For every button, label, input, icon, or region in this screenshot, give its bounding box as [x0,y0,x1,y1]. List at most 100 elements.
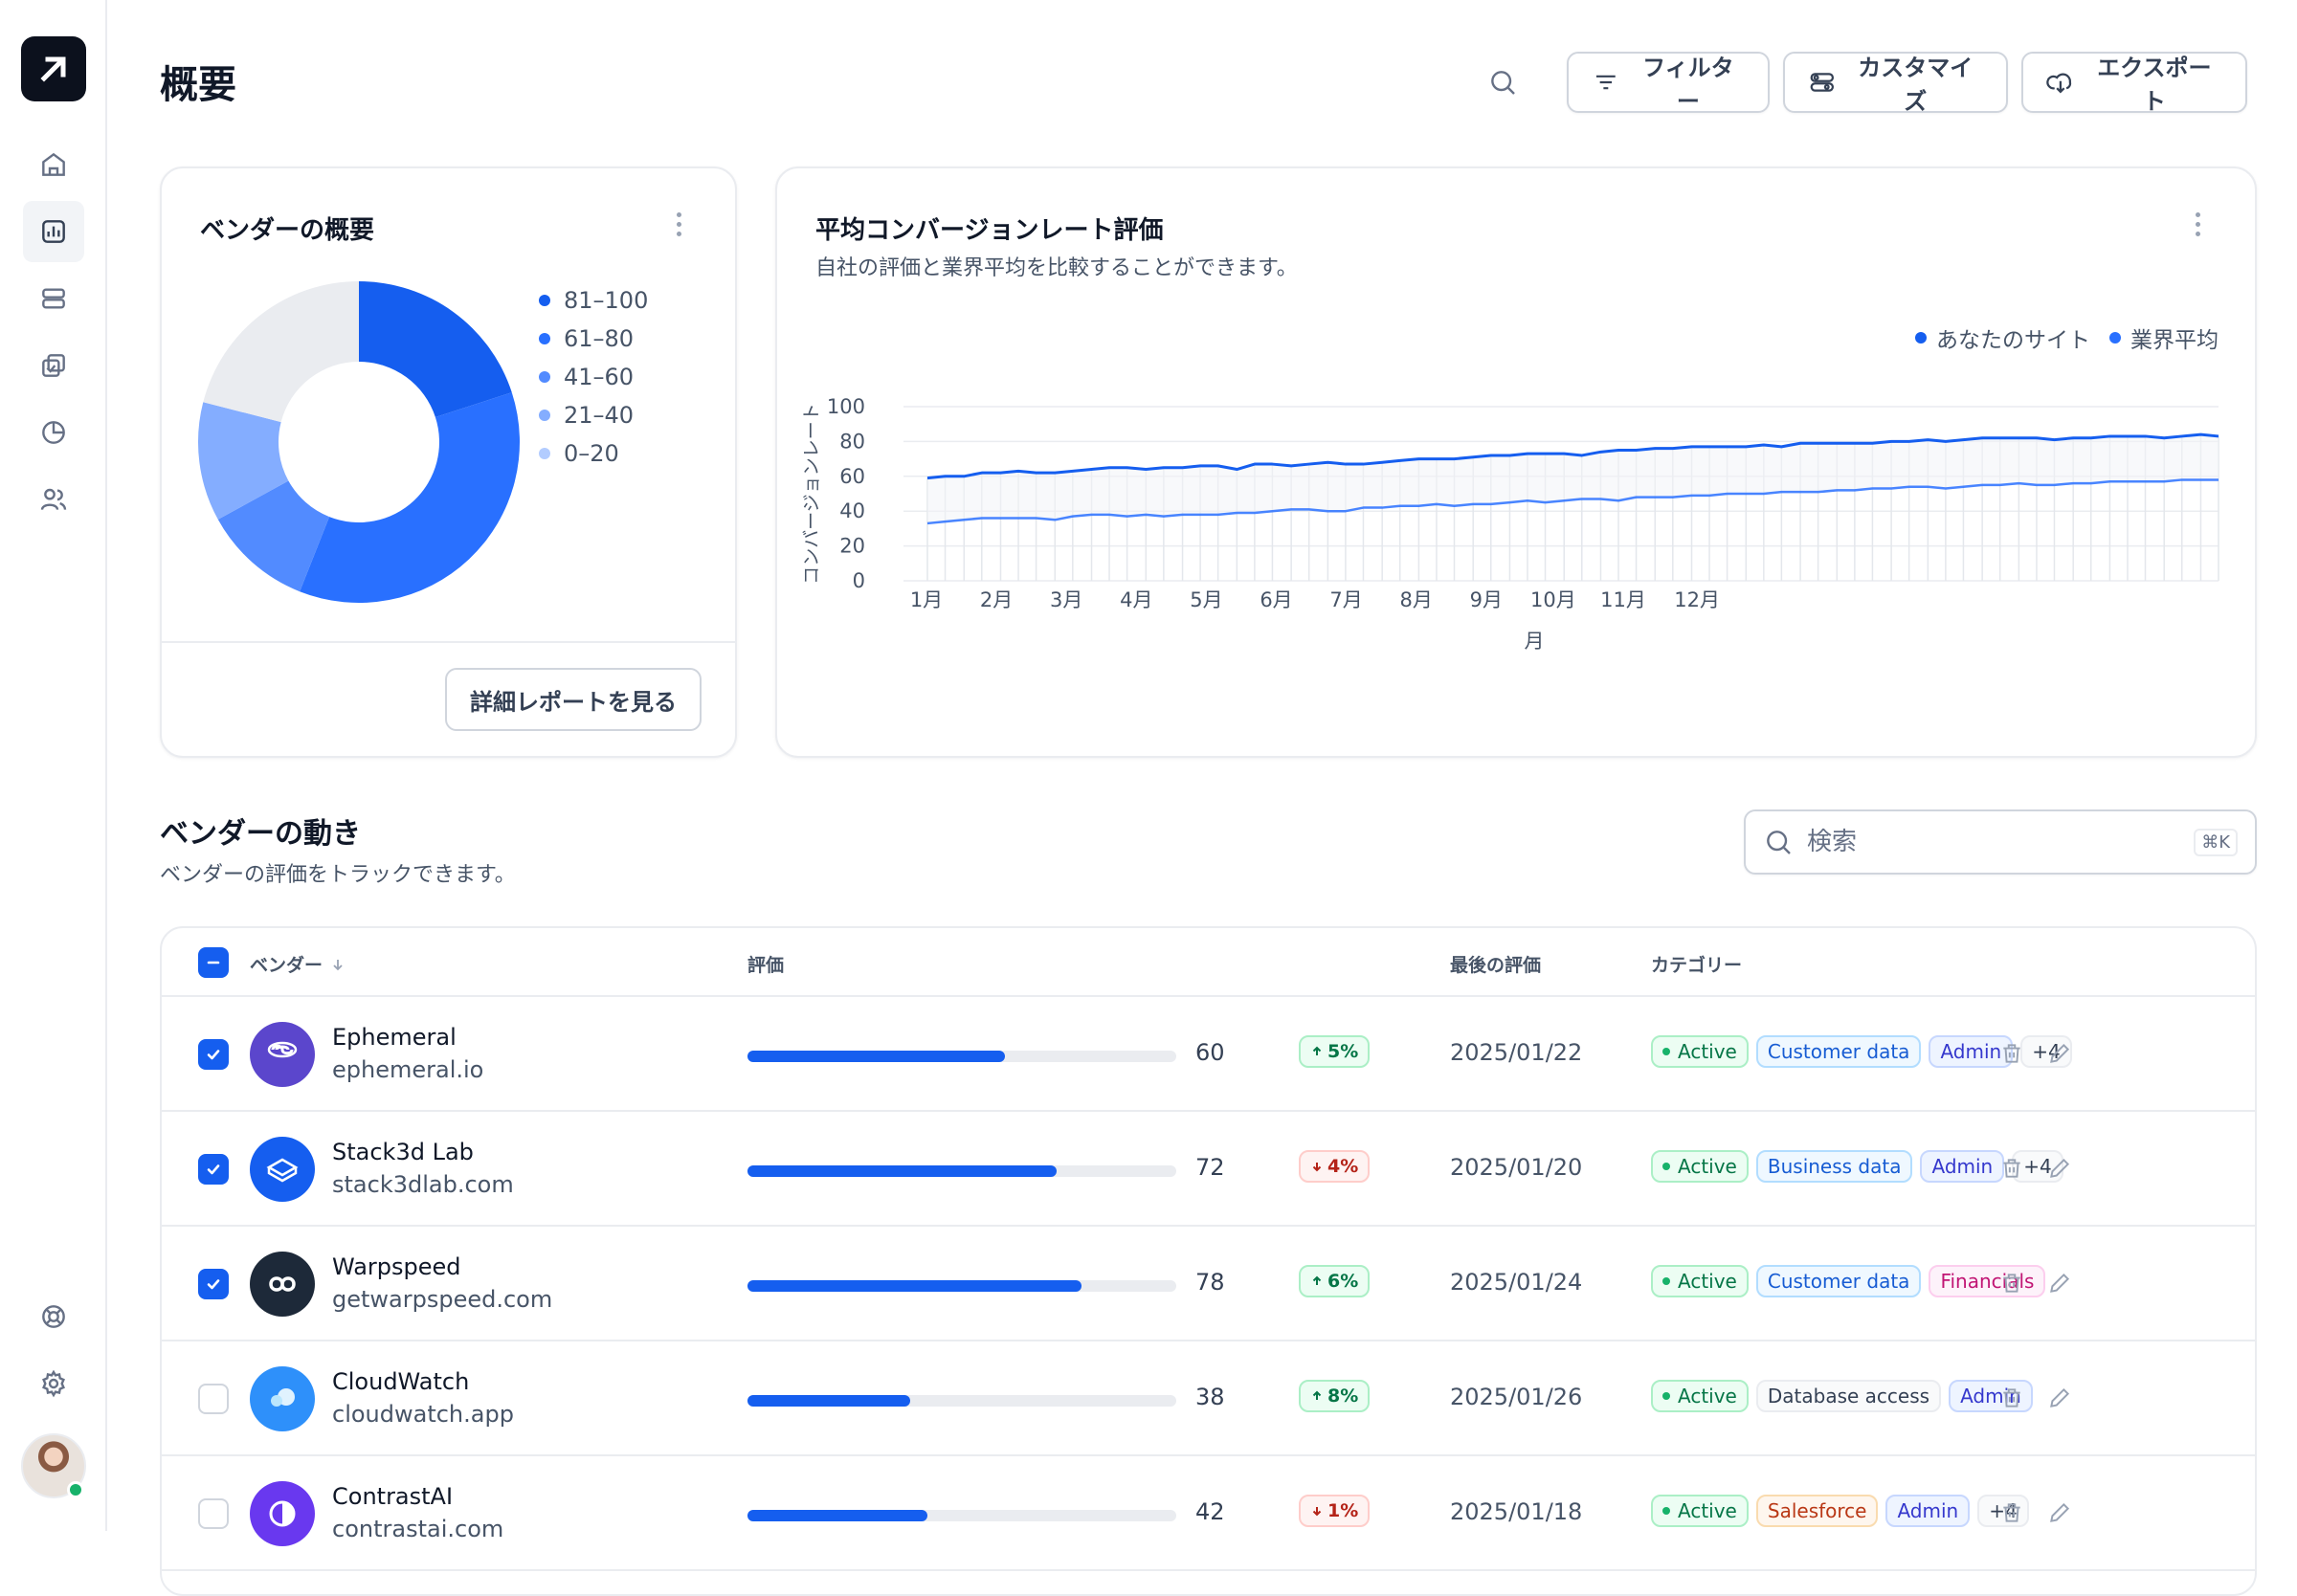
edit-button[interactable] [2045,1154,2074,1183]
pencil-icon [2050,1273,2070,1293]
nav-tasks[interactable] [23,335,84,396]
row-checkbox[interactable] [198,1384,229,1414]
column-vendor[interactable]: ベンダー [250,951,346,977]
settings-icon [42,1369,65,1398]
delete-button[interactable] [1997,1498,2026,1527]
table-row[interactable]: CloudWatch cloudwatch.app 38 8% 2025/01/… [162,1341,2255,1456]
edit-button[interactable] [2045,1498,2074,1527]
table-row[interactable]: Ephemeral ephemeral.io 60 5% 2025/01/22 … [162,997,2255,1112]
kebab-menu-icon[interactable] [2186,205,2209,243]
y-tick-label: 0 [853,569,865,592]
column-category: カテゴリー [1651,955,1743,976]
rating-score: 42 [1195,1498,1225,1525]
edit-button[interactable] [2045,1039,2074,1068]
category-tags: Active Database access Admin [1651,1380,2033,1412]
delete-button[interactable] [1997,1039,2026,1068]
table-row[interactable]: Warpspeed getwarpspeed.com 78 6% 2025/01… [162,1227,2255,1341]
rating-progress-fill [747,1510,928,1521]
vendor-name[interactable]: Warpspeed [332,1253,461,1280]
legend-label: 41–60 [564,364,635,390]
rating-score: 78 [1195,1269,1225,1296]
legend-item-site: あなたのサイト [1915,321,2090,354]
vendor-table: ベンダー 評価 最後の評価 カテゴリー Ephemeral ephemeral.… [160,926,2257,1596]
row-checkbox[interactable] [198,1498,229,1529]
delete-button[interactable] [1997,1384,2026,1412]
category-tag: Active [1651,1265,1749,1297]
nav-home[interactable] [23,134,84,195]
y-tick-label: 100 [827,395,865,418]
arrow-down-icon [333,959,343,970]
vendor-domain: ephemeral.io [332,1056,484,1083]
trend-value: 6% [1327,1271,1359,1292]
row-checkbox[interactable] [198,1039,229,1070]
status-dot [1662,1277,1670,1285]
table-row[interactable]: Stack3d Lab stack3dlab.com 72 4% 2025/01… [162,1112,2255,1227]
ephemeral-logo-icon [250,1022,315,1087]
stack3d-logo-icon [250,1137,315,1202]
x-tick-label: 2月 [980,588,1013,611]
nav-support[interactable] [23,1286,84,1347]
legend-label: 21–40 [564,402,635,429]
vendor-overview-title: ベンダーの概要 [200,216,375,245]
customize-button[interactable]: カスタマイズ [1783,52,2008,115]
select-all-checkbox[interactable] [198,947,229,978]
row-checkbox[interactable] [198,1154,229,1185]
last-rating-date: 2025/01/22 [1450,1039,1583,1066]
kebab-menu-icon[interactable] [667,205,690,243]
cloudwatch-logo-icon [250,1366,315,1431]
bar-chart-icon [42,220,65,243]
conversion-title: 平均コンバージョンレート評価 [815,216,1164,245]
legend-dot [539,448,550,459]
x-tick-label: 4月 [1120,588,1152,611]
export-button[interactable]: エクスポート [2021,52,2247,115]
filter-button[interactable]: フィルター [1567,52,1770,115]
nav-settings[interactable] [23,1353,84,1414]
edit-button[interactable] [2045,1269,2074,1297]
trend-value: 5% [1327,1041,1359,1062]
nav-users[interactable] [23,469,84,530]
edit-button[interactable] [2045,1384,2074,1412]
vendor-name[interactable]: CloudWatch [332,1368,469,1395]
delete-button[interactable] [1997,1269,2026,1297]
trend-value: 1% [1327,1500,1359,1521]
table-row[interactable]: ContrastAI contrastai.com 42 1% 2025/01/… [162,1456,2255,1571]
conversion-line-chart: 0 20 40 60 80 100 1月 2月 3月 4月 5月 6月 7月 8月 9月 10月 11月 12月月… [801,395,2219,653]
status-dot [1662,1163,1670,1170]
check-icon [207,1050,220,1060]
table-search-box: ⌘K [1744,809,2257,875]
legend-dot [539,371,550,383]
trash-icon [2003,1388,2020,1408]
x-tick-label: 5月 [1190,588,1222,611]
legend-item: 81–100 [539,281,648,320]
pencil-icon [2050,1502,2070,1522]
rating-progress-bar [747,1280,1176,1292]
contrastai-logo-icon [250,1481,315,1546]
trend-badge: 1% [1299,1495,1371,1527]
search-shortcut-badge: ⌘K [2194,828,2238,856]
logo-icon[interactable] [21,36,86,101]
pencil-icon [2050,1043,2070,1063]
nav-layers[interactable] [23,268,84,329]
donut-slice-0 [359,281,512,418]
detail-report-button[interactable]: 詳細レポートを見る [445,668,702,731]
table-search-input[interactable] [1807,828,2181,856]
x-tick-label: 3月 [1050,588,1082,611]
vendor-name[interactable]: ContrastAI [332,1483,453,1510]
y-tick-label: 20 [839,535,865,558]
header-search-button[interactable] [1483,63,1522,101]
layers-icon [42,288,65,309]
trend-badge: 4% [1299,1150,1371,1183]
rating-progress-fill [747,1280,1082,1292]
trash-icon [2003,1159,2020,1178]
vendor-name[interactable]: Ephemeral [332,1024,457,1051]
check-copy-icon [42,354,65,377]
nav-reports[interactable] [23,201,84,262]
x-tick-label: 10月 [1530,588,1576,611]
vendor-name[interactable]: Stack3d Lab [332,1139,474,1165]
warpspeed-logo-icon [250,1252,315,1317]
x-tick-label: 1月 [910,588,943,611]
legend-item: 41–60 [539,358,648,396]
delete-button[interactable] [1997,1154,2026,1183]
nav-analytics[interactable] [23,402,84,463]
row-checkbox[interactable] [198,1269,229,1299]
